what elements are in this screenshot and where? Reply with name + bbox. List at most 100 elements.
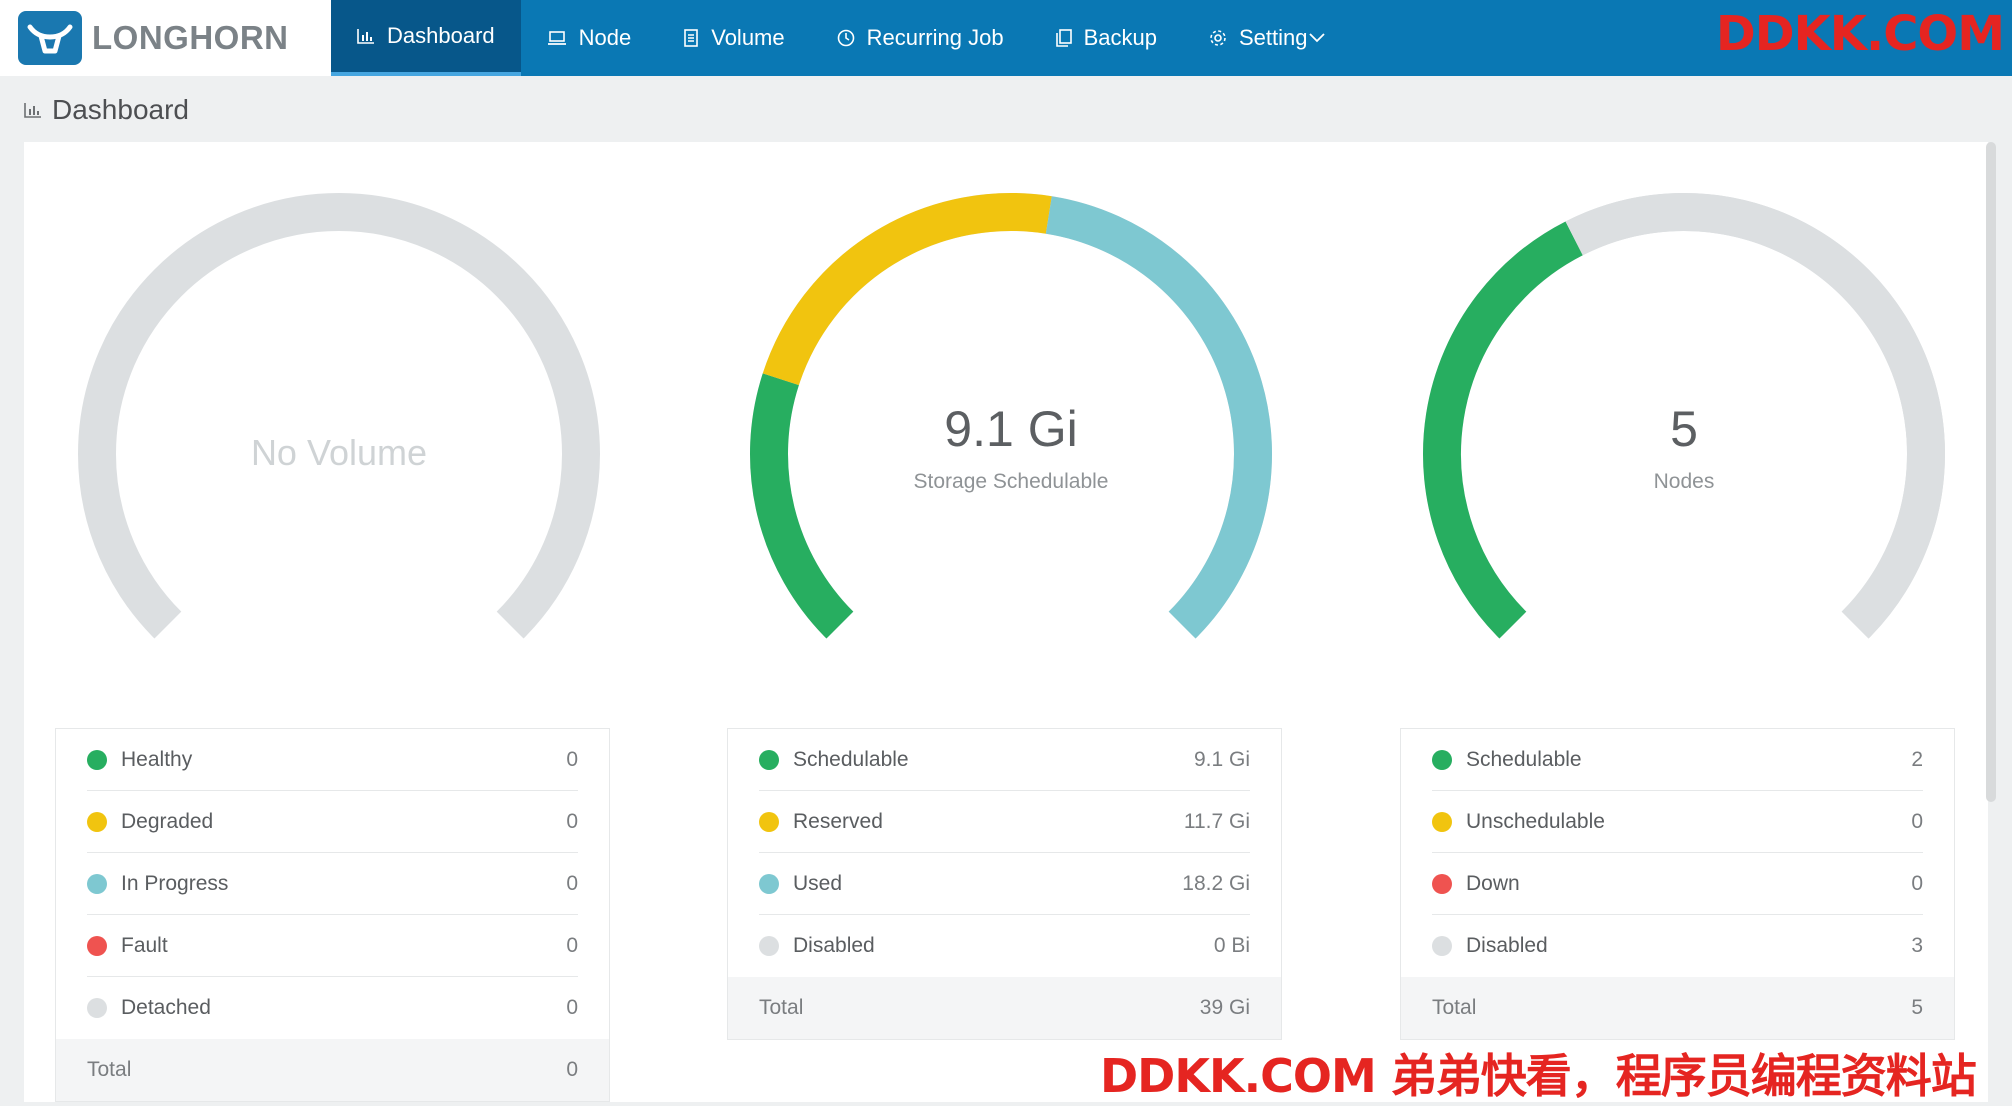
longhorn-logo-icon — [18, 11, 82, 65]
legend-row-used[interactable]: Used 18.2 Gi — [759, 853, 1250, 915]
nav-backup-label: Backup — [1083, 25, 1157, 50]
main-nav: Dashboard Node Volume Recurring Job Back… — [331, 0, 1351, 76]
legend-value: 18.2 Gi — [1182, 871, 1250, 895]
in-progress-dot-icon — [87, 873, 107, 894]
laptop-icon — [547, 31, 566, 45]
legend-total-row: Total 39 Gi — [728, 977, 1281, 1039]
nav-node[interactable]: Node — [521, 0, 658, 76]
legend-label: Disabled — [1466, 934, 1548, 957]
top-navbar: LONGHORN Dashboard Node Volume Recurring… — [0, 0, 2012, 76]
schedulable-dot-icon — [1432, 749, 1452, 770]
nav-setting-label: Setting — [1238, 25, 1308, 50]
legend-value: 0 Bi — [1213, 934, 1250, 957]
total-value: 5 — [1911, 996, 1923, 1019]
legend-row-schedulable[interactable]: Schedulable 2 — [1432, 729, 1923, 791]
legend-row-healthy[interactable]: Healthy 0 — [87, 729, 578, 791]
total-label: Total — [759, 996, 804, 1019]
bar-chart-icon — [357, 29, 374, 44]
node-legend: Schedulable 2 Unschedulable 0 Down 0 Dis… — [1400, 728, 1955, 1040]
total-label: Total — [87, 1058, 132, 1081]
node-gauge-value: 5 — [1670, 401, 1698, 457]
storage-legend: Schedulable 9.1 Gi Reserved 11.7 Gi Used… — [727, 728, 1282, 1040]
gear-icon — [1210, 30, 1226, 46]
healthy-dot-icon — [87, 749, 107, 770]
legend-label: In Progress — [121, 871, 229, 895]
nav-volume-label: Volume — [711, 25, 785, 50]
legend-value: 3 — [1911, 934, 1923, 957]
page-scrollbar[interactable] — [1986, 142, 1996, 802]
legend-row-unschedulable[interactable]: Unschedulable 0 — [1432, 791, 1923, 853]
legend-label: Degraded — [121, 809, 214, 833]
legend-label: Schedulable — [793, 747, 909, 771]
total-label: Total — [1432, 996, 1477, 1019]
brand-logo[interactable]: LONGHORN — [0, 0, 331, 76]
node-gauge: 5 Nodes — [1404, 178, 1964, 698]
nav-recurring-job[interactable]: Recurring Job — [811, 0, 1030, 76]
watermark-bottom: DDKK.COM 弟弟快看，程序员编程资料站 — [1100, 1049, 1977, 1103]
storage-gauge-segment-reserved — [762, 193, 1052, 386]
chevron-down-icon — [1309, 33, 1326, 43]
legend-label: Reserved — [793, 809, 883, 833]
used-dot-icon — [759, 873, 779, 894]
watermark-top: DDKK.COM — [1715, 6, 2005, 62]
legend-label: Detached — [121, 996, 211, 1019]
bar-chart-icon — [24, 103, 41, 118]
volume-gauge: No Volume — [59, 178, 619, 698]
legend-row-schedulable[interactable]: Schedulable 9.1 Gi — [759, 729, 1250, 791]
legend-value: 0 — [1911, 809, 1923, 833]
reserved-dot-icon — [759, 811, 779, 832]
legend-value: 9.1 Gi — [1193, 747, 1250, 771]
legend-value: 0 — [566, 996, 578, 1019]
page-title: Dashboard — [52, 94, 189, 125]
legend-value: 0 — [1911, 871, 1923, 895]
detached-dot-icon — [87, 998, 107, 1018]
legend-label: Down — [1466, 871, 1520, 895]
legend-row-fault[interactable]: Fault 0 — [87, 915, 578, 977]
legend-row-detached[interactable]: Detached 0 — [87, 977, 578, 1039]
legend-label: Healthy — [121, 747, 193, 771]
nav-backup[interactable]: Backup — [1030, 0, 1183, 76]
legend-label: Schedulable — [1466, 747, 1582, 771]
legend-row-reserved[interactable]: Reserved 11.7 Gi — [759, 791, 1250, 853]
legend-row-disabled[interactable]: Disabled 0 Bi — [759, 915, 1250, 977]
storage-gauge-value: 9.1 Gi — [944, 401, 1078, 457]
degraded-dot-icon — [87, 811, 107, 832]
storage-gauge: 9.1 Gi Storage Schedulable — [731, 178, 1291, 698]
legend-value: 0 — [566, 933, 578, 957]
storage-gauge-label: Storage Schedulable — [913, 470, 1109, 493]
legend-label: Disabled — [793, 934, 875, 957]
disabled-dot-icon — [759, 936, 779, 956]
copy-icon — [1055, 29, 1072, 47]
volume-gauge-track — [78, 193, 600, 639]
legend-label: Fault — [121, 933, 168, 957]
schedulable-dot-icon — [759, 749, 779, 770]
fault-dot-icon — [87, 935, 107, 956]
page-header: Dashboard — [24, 90, 189, 130]
down-dot-icon — [1432, 873, 1452, 894]
unschedulable-dot-icon — [1432, 811, 1452, 832]
total-value: 39 Gi — [1199, 996, 1250, 1019]
legend-value: 2 — [1911, 747, 1923, 771]
nav-volume[interactable]: Volume — [657, 0, 810, 76]
nav-dashboard[interactable]: Dashboard — [331, 0, 521, 76]
total-value: 0 — [566, 1058, 578, 1081]
disabled-dot-icon — [1432, 936, 1452, 956]
nav-recurring-job-label: Recurring Job — [866, 25, 1004, 50]
legend-label: Unschedulable — [1466, 809, 1605, 833]
node-gauge-label: Nodes — [1653, 470, 1715, 493]
nav-setting[interactable]: Setting — [1183, 0, 1352, 76]
nav-dashboard-label: Dashboard — [387, 23, 495, 48]
clock-icon — [837, 29, 854, 47]
legend-row-disabled[interactable]: Disabled 3 — [1432, 915, 1923, 977]
legend-value: 0 — [566, 871, 578, 895]
legend-row-degraded[interactable]: Degraded 0 — [87, 791, 578, 853]
legend-row-down[interactable]: Down 0 — [1432, 853, 1923, 915]
legend-label: Used — [793, 871, 843, 895]
brand-name: LONGHORN — [92, 19, 289, 56]
legend-total-row: Total 0 — [56, 1039, 609, 1101]
legend-total-row: Total 5 — [1401, 977, 1954, 1039]
nav-node-label: Node — [578, 25, 632, 50]
legend-value: 11.7 Gi — [1183, 809, 1250, 833]
volume-icon — [684, 29, 699, 47]
legend-row-in-progress[interactable]: In Progress 0 — [87, 853, 578, 915]
